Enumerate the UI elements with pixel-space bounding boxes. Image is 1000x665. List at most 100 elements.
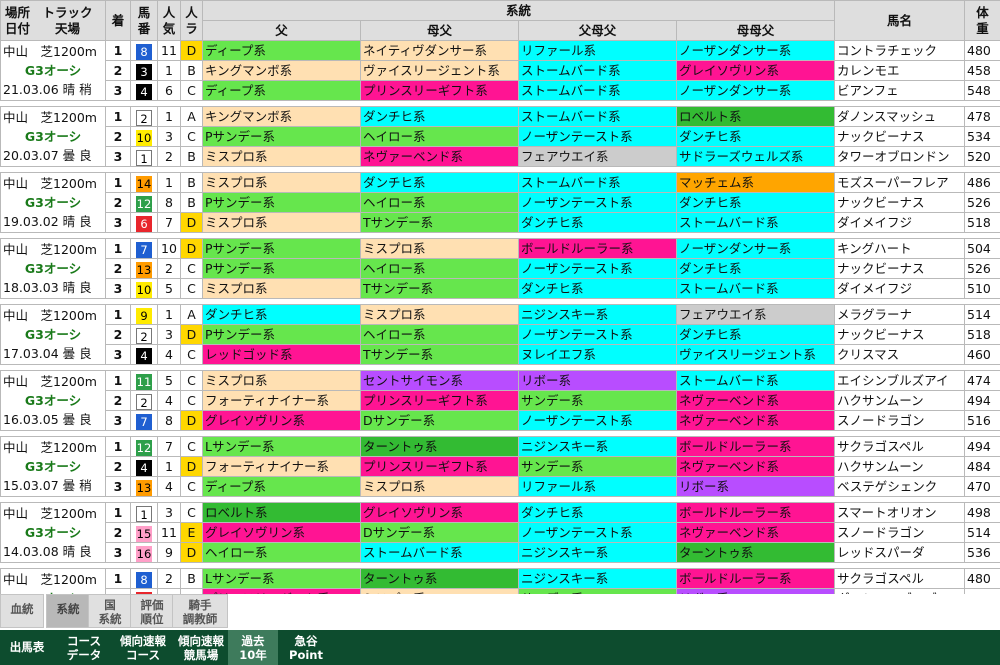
sire-line: Pサンデー系 <box>202 126 361 147</box>
horse-name[interactable]: ダイメイフジ <box>834 278 966 299</box>
table-row[interactable]: 2 3 1 B キングマンボ系 ヴァイスリージェント系 ストームバード系 グレイソヴリン系 カレ… <box>1 60 1000 81</box>
rating-mark: D <box>180 40 203 61</box>
sire-line: ディープ系 <box>202 476 361 497</box>
table-row[interactable]: 3 1 2 B ミスプロ系 ネヴァーベンド系 フェアウエイ系 サドラーズウェルズ系 タワーオブロ… <box>1 146 1000 167</box>
horse-name[interactable]: スノードラゴン <box>834 522 966 543</box>
horse-name[interactable]: サクラゴスペル <box>834 568 966 589</box>
popularity: 3 <box>157 502 181 523</box>
horse-weight: 494 <box>964 436 1000 457</box>
table-row[interactable]: 中山 芝1200m G3オーシ 14.03.08 晴 良 1 1 3 C ロベルト系 グレイソヴ… <box>0 502 1000 563</box>
horse-name[interactable]: ナックビーナス <box>834 192 966 213</box>
rating-mark: D <box>180 324 203 345</box>
tab-0[interactable]: 血統 <box>0 594 44 628</box>
horse-name[interactable]: ナックビーナス <box>834 324 966 345</box>
race-info[interactable]: 中山 芝1200m G3オーシ 19.03.02 晴 良 <box>0 172 106 233</box>
horse-name[interactable]: スノードラゴン <box>834 410 966 431</box>
horse-name[interactable]: スマートオリオン <box>834 502 966 523</box>
table-row[interactable]: 中山 芝1200mG3オーシ13.03.02 晴 良182BLサンデー系ターント… <box>0 568 1000 629</box>
table-row[interactable]: 3 7 8 D グレイソヴリン系 Dサンデー系 ノーザンテースト系 ネヴァーベンド系 スノードラ… <box>1 410 1000 431</box>
tab-4[interactable]: 騎手 調教師 <box>172 594 228 628</box>
nav-item-1[interactable]: コース データ <box>56 630 112 665</box>
horse-name[interactable]: モズスーパーフレア <box>834 172 966 193</box>
nav-item-4[interactable]: 過去 10年 <box>228 630 278 665</box>
horse-name[interactable]: キングハート <box>834 238 966 259</box>
race-course: 中山 芝1200m <box>3 572 97 587</box>
rating-mark: D <box>180 410 203 431</box>
table-row[interactable]: 中山 芝1200m G3オーシ 17.03.04 曇 良 1 9 1 A ダンチヒ系 ミスプロ系… <box>0 304 1000 365</box>
horse-name[interactable]: クリスマス <box>834 344 966 365</box>
broodmare-sire-line: ミスプロ系 <box>360 238 519 259</box>
horse-name[interactable]: ベステゲシェンク <box>834 476 966 497</box>
sire-dam-sire-line: ストームバード系 <box>518 106 677 127</box>
race-info[interactable]: 中山 芝1200m G3オーシ 21.03.06 晴 稍 <box>0 40 106 101</box>
rating-mark: B <box>180 60 203 81</box>
rating-mark: B <box>180 172 203 193</box>
horse-name[interactable]: カレンモエ <box>834 60 966 81</box>
race-info[interactable]: 中山 芝1200m G3オーシ 16.03.05 曇 良 <box>0 370 106 431</box>
nav-item-3[interactable]: 傾向速報 競馬場 <box>170 630 232 665</box>
header-lineage: 系統 <box>201 0 836 21</box>
horse-name[interactable]: ハクサンムーン <box>834 390 966 411</box>
table-row[interactable]: 2 2 4 C フォーティナイナー系 プリンスリーギフト系 サンデー系 ネヴァーベンド系 ハクサ… <box>1 390 1000 411</box>
table-row[interactable]: 3 4 4 C レッドゴッド系 Tサンデー系 ヌレイエフ系 ヴァイスリージェント系 クリスマス 4… <box>1 344 1000 365</box>
horse-name[interactable]: サクラゴスペル <box>834 436 966 457</box>
table-row[interactable]: 3 16 9 D ヘイロー系 ストームバード系 ニジンスキー系 ターントゥ系 レッドスパーダ 53… <box>1 542 1000 563</box>
horse-number-badge: 10 <box>136 281 152 298</box>
table-row[interactable]: 2 13 2 C Pサンデー系 ヘイロー系 ノーザンテースト系 ダンチヒ系 ナックビーナス 526 <box>1 258 1000 279</box>
rating-mark: C <box>180 476 203 497</box>
finish-rank: 2 <box>105 324 131 345</box>
sire-line: ヘイロー系 <box>202 542 361 563</box>
table-row[interactable]: 3 10 5 C ミスプロ系 Tサンデー系 ダンチヒ系 ストームバード系 ダイメイフジ 510 <box>1 278 1000 299</box>
race-info[interactable]: 中山 芝1200m G3オーシ 20.03.07 曇 良 <box>0 106 106 167</box>
horse-name[interactable]: レッドスパーダ <box>834 542 966 563</box>
nav-item-0[interactable]: 出馬表 <box>0 630 54 665</box>
sire-line: ディープ系 <box>202 80 361 101</box>
horse-name[interactable]: ナックビーナス <box>834 258 966 279</box>
table-row[interactable]: 中山 芝1200m G3オーシ 21.03.06 晴 稍 1 8 11 D ディープ系 ネイティ… <box>0 40 1000 101</box>
horse-name[interactable]: ダノンスマッシュ <box>834 106 966 127</box>
table-row[interactable]: 2 2 3 D Pサンデー系 ヘイロー系 ノーザンテースト系 ダンチヒ系 ナックビーナス 518 <box>1 324 1000 345</box>
horse-weight: 498 <box>964 502 1000 523</box>
horse-name[interactable]: コントラチェック <box>834 40 966 61</box>
race-info[interactable]: 中山 芝1200m G3オーシ 17.03.04 曇 良 <box>0 304 106 365</box>
tab-2[interactable]: 国系統 <box>88 594 132 628</box>
table-row[interactable]: 2 4 1 D フォーティナイナー系 プリンスリーギフト系 サンデー系 ネヴァーベンド系 ハクサ… <box>1 456 1000 477</box>
finish-rank: 2 <box>105 192 131 213</box>
table-row[interactable]: 3 6 7 D ミスプロ系 Tサンデー系 ダンチヒ系 ストームバード系 ダイメイフジ 518 <box>1 212 1000 233</box>
horse-number-badge: 2 <box>136 393 152 410</box>
table-row[interactable]: 2 15 11 E グレイソヴリン系 Dサンデー系 ノーザンテースト系 ネヴァーベンド系 スノー… <box>1 522 1000 543</box>
horse-number-badge: 4 <box>136 83 152 100</box>
screen: { "headers":{"place":"場所","date":"日付","t… <box>0 0 1000 665</box>
race-info[interactable]: 中山 芝1200m G3オーシ 14.03.08 晴 良 <box>0 502 106 563</box>
race-info[interactable]: 中山 芝1200m G3オーシ 18.03.03 晴 良 <box>0 238 106 299</box>
nav-item-2[interactable]: 傾向速報 コース <box>112 630 174 665</box>
rating-mark: D <box>180 456 203 477</box>
horse-name[interactable]: ビアンフェ <box>834 80 966 101</box>
table-row[interactable]: 中山 芝1200m G3オーシ 19.03.02 晴 良 1 14 1 B ミスプロ系 ダンチヒ… <box>0 172 1000 233</box>
table-row[interactable]: 中山 芝1200m G3オーシ 18.03.03 晴 良 1 7 10 D Pサンデー系 ミスプ… <box>0 238 1000 299</box>
finish-rank: 2 <box>105 390 131 411</box>
table-row[interactable]: 中山 芝1200m G3オーシ 15.03.07 曇 稍 1 12 7 C Lサンデー系 ターン… <box>0 436 1000 497</box>
horse-name[interactable]: ナックビーナス <box>834 126 966 147</box>
nav-label: 出馬表 <box>9 640 45 654</box>
race-course: 中山 芝1200m <box>3 506 97 521</box>
table-row[interactable]: 中山 芝1200m G3オーシ 20.03.07 曇 良 1 2 1 A キングマンボ系 ダンチ… <box>0 106 1000 167</box>
horse-name[interactable]: ハクサンムーン <box>834 456 966 477</box>
table-row[interactable]: 3 13 4 C ディープ系 ミスプロ系 リファール系 リボー系 ベステゲシェンク 470 <box>1 476 1000 497</box>
horse-name[interactable]: ダイメイフジ <box>834 212 966 233</box>
tab-3[interactable]: 評価 順位 <box>130 594 174 628</box>
dam-dam-sire-line: ターントゥ系 <box>675 542 836 563</box>
tab-1[interactable]: 系統 <box>46 594 90 628</box>
horse-weight: 518 <box>964 212 1000 233</box>
race-info[interactable]: 中山 芝1200m G3オーシ 15.03.07 曇 稍 <box>0 436 106 497</box>
horse-name[interactable]: エイシンブルズアイ <box>834 370 966 391</box>
table-row[interactable]: 2 10 3 C Pサンデー系 ヘイロー系 ノーザンテースト系 ダンチヒ系 ナックビーナス 534 <box>1 126 1000 147</box>
broodmare-sire-line: ヘイロー系 <box>360 324 519 345</box>
table-row[interactable]: 3 4 6 C ディープ系 プリンスリーギフト系 ストームバード系 ノーザンダンサー系 ビアンフ… <box>1 80 1000 101</box>
horse-name[interactable]: タワーオブロンドン <box>834 146 966 167</box>
table-row[interactable]: 中山 芝1200m G3オーシ 16.03.05 曇 良 1 11 5 C ミスプロ系 セントサ… <box>0 370 1000 431</box>
nav-item-5[interactable]: 急谷 Point <box>280 630 332 665</box>
sire-line: Pサンデー系 <box>202 238 361 259</box>
table-row[interactable]: 2 12 8 B Pサンデー系 ヘイロー系 ノーザンテースト系 ダンチヒ系 ナックビーナス 526 <box>1 192 1000 213</box>
horse-name[interactable]: メラグラーナ <box>834 304 966 325</box>
